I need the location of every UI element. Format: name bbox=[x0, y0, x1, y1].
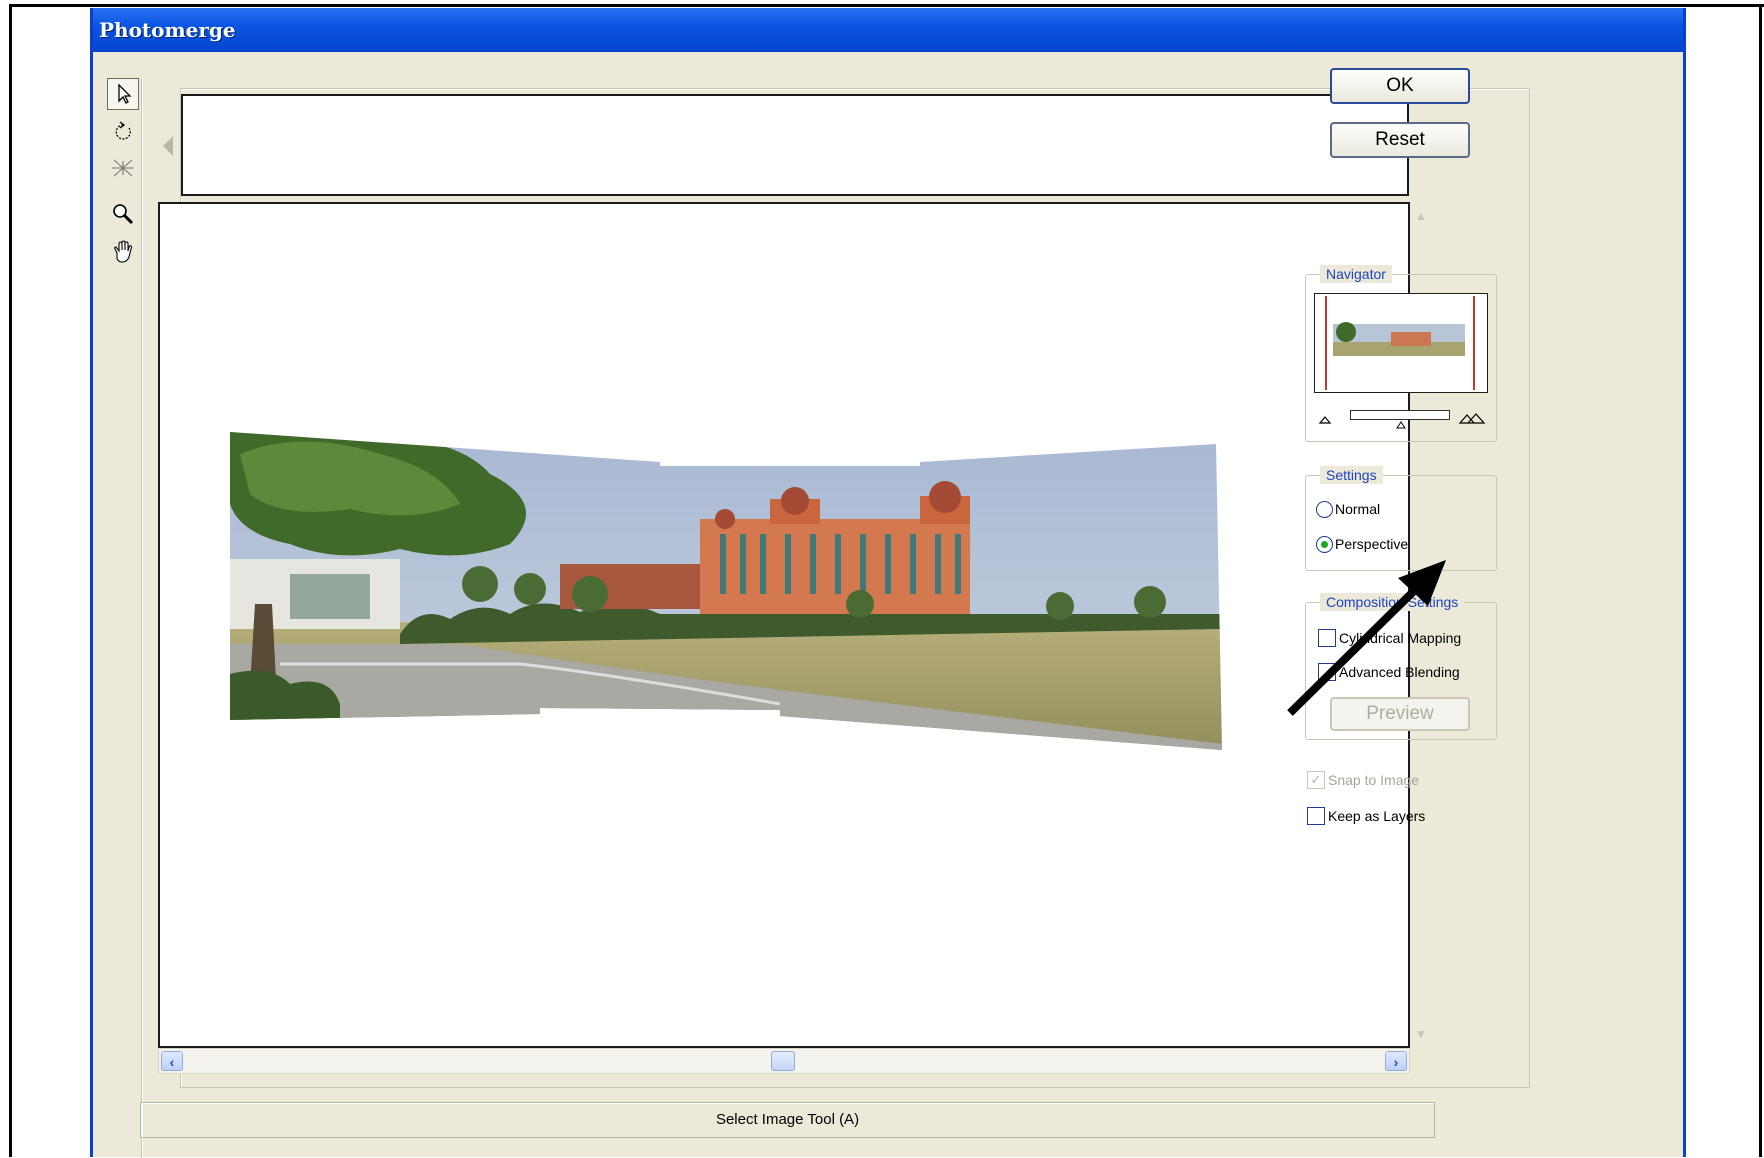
navigator-preview[interactable] bbox=[1314, 293, 1488, 393]
settings-title: Settings bbox=[1320, 466, 1383, 484]
scroll-left-button[interactable]: ‹ bbox=[161, 1051, 183, 1071]
advanced-blending-checkbox[interactable]: Advanced Blending bbox=[1318, 661, 1460, 683]
photomerge-dialog: Photomerge ▲ ▼ ‹ › Select Image Tool (A)… bbox=[90, 8, 1686, 1158]
tool-palette bbox=[107, 78, 142, 1158]
rotate-icon bbox=[115, 121, 131, 140]
strip-scroll-left-icon[interactable] bbox=[163, 136, 173, 156]
select-image-tool[interactable] bbox=[107, 78, 139, 110]
horizontal-scrollbar[interactable]: ‹ › bbox=[158, 1048, 1410, 1074]
ok-button[interactable]: OK bbox=[1330, 68, 1470, 104]
navigator-group: Navigator bbox=[1305, 265, 1497, 442]
status-bar: Select Image Tool (A) bbox=[140, 1102, 1435, 1138]
radio-checked-icon bbox=[1316, 535, 1333, 553]
snap-to-image-checkbox[interactable]: ✓ Snap to Image bbox=[1307, 769, 1419, 791]
checkmark-icon: ✓ bbox=[1307, 771, 1325, 789]
panorama-image bbox=[230, 432, 1222, 750]
annotation-frame-right bbox=[1759, 4, 1762, 1157]
navigator-title: Navigator bbox=[1320, 265, 1392, 283]
composition-canvas[interactable] bbox=[158, 202, 1410, 1048]
normal-label: Normal bbox=[1335, 501, 1381, 517]
vanishing-point-icon bbox=[112, 159, 134, 177]
keep-as-layers-checkbox[interactable]: Keep as Layers bbox=[1307, 805, 1425, 827]
annotation-frame-left bbox=[9, 4, 12, 1157]
hand-tool[interactable] bbox=[107, 236, 139, 268]
cylindrical-mapping-checkbox[interactable]: Cylindrical Mapping bbox=[1318, 627, 1461, 649]
scroll-thumb[interactable] bbox=[771, 1051, 795, 1071]
radio-unchecked-icon bbox=[1316, 500, 1333, 518]
normal-radio[interactable]: Normal bbox=[1316, 498, 1380, 520]
cylindrical-mapping-label: Cylindrical Mapping bbox=[1339, 630, 1462, 646]
checkbox-icon bbox=[1318, 629, 1336, 647]
composition-settings-group: Composition Settings Cylindrical Mapping… bbox=[1305, 593, 1497, 740]
zoom-in-icon[interactable] bbox=[1458, 412, 1486, 424]
magnifier-icon bbox=[113, 204, 134, 225]
preview-button[interactable]: Preview bbox=[1330, 697, 1470, 731]
keep-as-layers-label: Keep as Layers bbox=[1328, 808, 1426, 824]
zoom-slider-handle-icon[interactable] bbox=[1396, 421, 1406, 429]
perspective-radio[interactable]: Perspective bbox=[1316, 533, 1408, 555]
perspective-label: Perspective bbox=[1335, 536, 1409, 552]
hand-icon bbox=[114, 240, 133, 263]
window-title[interactable]: Photomerge bbox=[93, 8, 1683, 52]
scroll-down-icon[interactable]: ▼ bbox=[1412, 1024, 1430, 1044]
navigator-thumbnail bbox=[1333, 322, 1465, 356]
annotation-frame-top bbox=[9, 4, 1764, 7]
reset-button[interactable]: Reset bbox=[1330, 122, 1470, 158]
zoom-tool[interactable] bbox=[107, 198, 139, 230]
snap-to-image-label: Snap to Image bbox=[1328, 772, 1420, 788]
settings-group: Settings Normal Perspective bbox=[1305, 466, 1497, 571]
scroll-up-icon[interactable]: ▲ bbox=[1412, 206, 1430, 226]
image-strip[interactable] bbox=[181, 94, 1409, 196]
zoom-slider[interactable] bbox=[1350, 410, 1450, 420]
checkbox-icon bbox=[1318, 663, 1336, 681]
vanishing-point-tool[interactable] bbox=[107, 152, 139, 184]
checkbox-icon bbox=[1307, 807, 1325, 825]
composition-settings-title: Composition Settings bbox=[1320, 593, 1465, 611]
rotate-image-tool[interactable] bbox=[107, 116, 139, 148]
advanced-blending-label: Advanced Blending bbox=[1339, 664, 1460, 680]
scroll-right-button[interactable]: › bbox=[1385, 1051, 1407, 1071]
zoom-out-icon[interactable] bbox=[1318, 414, 1332, 424]
arrow-pointer-icon bbox=[118, 83, 132, 104]
